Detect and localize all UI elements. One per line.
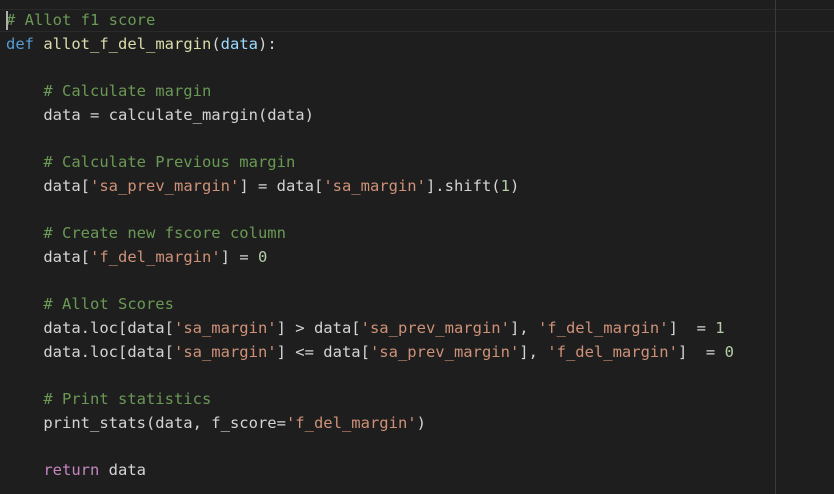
code-token: # Calculate Previous margin <box>43 153 296 172</box>
code-token: 'f_del_margin' <box>537 318 669 337</box>
code-line[interactable]: # Calculate Previous margin <box>6 151 734 175</box>
code-token: ] > data[ <box>276 318 361 337</box>
code-area[interactable]: # Allot f1 score def allot_f_del_margin(d… <box>6 9 734 483</box>
code-line[interactable]: data['f_del_margin'] = 0 <box>6 246 734 270</box>
code-line[interactable]: def allot_f_del_margin(data): <box>6 33 734 57</box>
code-line[interactable]: # Allot Scores <box>6 293 734 317</box>
code-token: 'f_del_margin' <box>285 413 417 432</box>
code-token: data = calculate_margin(data) <box>6 105 314 124</box>
code-token: ] = <box>677 342 725 361</box>
code-token: # Allot Scores <box>43 295 174 314</box>
code-token: data.loc[data[ <box>6 318 174 337</box>
code-line[interactable] <box>6 364 734 388</box>
code-token: ): <box>258 34 277 53</box>
code-line[interactable] <box>6 56 734 80</box>
code-token: # Create new fscore column <box>43 224 286 243</box>
code-line[interactable]: data.loc[data['sa_margin'] > data['sa_pr… <box>6 317 734 341</box>
code-token: # Allot f1 score <box>6 11 156 29</box>
code-line[interactable]: data = calculate_margin(data) <box>6 104 734 128</box>
code-token: 'sa_prev_margin' <box>90 176 240 195</box>
code-line[interactable]: print_stats(data, f_score='f_del_margin'… <box>6 412 734 436</box>
code-token: 0 <box>724 342 734 361</box>
code-token: 'sa_margin' <box>173 342 277 361</box>
code-token: ], <box>509 318 538 337</box>
vertical-ruler <box>775 0 776 494</box>
code-token: # Print statistics <box>43 390 212 408</box>
code-token: data <box>220 34 258 53</box>
code-token: data.loc[data[ <box>6 342 174 361</box>
code-line[interactable] <box>6 199 734 223</box>
code-line[interactable] <box>6 435 734 459</box>
code-token: ] = <box>668 318 716 337</box>
code-token: data[ <box>6 176 90 195</box>
code-token: ) <box>509 176 520 195</box>
code-line[interactable]: # Create new fscore column <box>6 222 734 246</box>
code-line[interactable] <box>6 127 734 151</box>
code-token: ) <box>416 413 426 432</box>
code-token: return <box>43 461 100 480</box>
code-token: 'sa_prev_margin' <box>360 318 510 337</box>
code-token: 1 <box>500 176 510 195</box>
code-editor[interactable]: # Allot f1 score def allot_f_del_margin(d… <box>0 0 834 494</box>
code-line[interactable]: data.loc[data['sa_margin'] <= data['sa_p… <box>6 341 734 365</box>
code-token: ], <box>519 342 548 361</box>
code-token: 1 <box>715 318 725 337</box>
code-line[interactable]: # Calculate margin <box>6 80 734 104</box>
code-token: allot_f_del_margin <box>43 34 212 53</box>
code-token: 'f_del_margin' <box>90 247 221 266</box>
code-token: data <box>99 461 146 480</box>
code-token: 'sa_prev_margin' <box>369 342 520 361</box>
code-token: ] = <box>220 247 258 266</box>
code-token: 'f_del_margin' <box>547 342 678 361</box>
code-token: 'sa_margin' <box>323 176 426 195</box>
code-token: ] <= data[ <box>276 342 370 361</box>
text-cursor <box>6 11 8 30</box>
code-token: 'sa_margin' <box>173 318 277 337</box>
code-token: # Calculate margin <box>43 82 212 101</box>
code-token: ( <box>211 34 221 53</box>
code-token: 0 <box>257 247 268 266</box>
code-token: print_stats(data, f_score= <box>6 413 286 432</box>
code-line[interactable] <box>6 270 734 294</box>
code-token: def <box>6 34 34 53</box>
code-line[interactable]: # Print statistics <box>6 388 734 412</box>
code-token: ] = data[ <box>239 176 324 195</box>
code-line[interactable]: return data <box>6 459 734 483</box>
code-line[interactable]: # Allot f1 score <box>6 9 734 33</box>
code-line[interactable]: data['sa_prev_margin'] = data['sa_margin… <box>6 175 734 199</box>
code-token: data[ <box>6 247 90 266</box>
code-token: ].shift( <box>425 176 501 195</box>
